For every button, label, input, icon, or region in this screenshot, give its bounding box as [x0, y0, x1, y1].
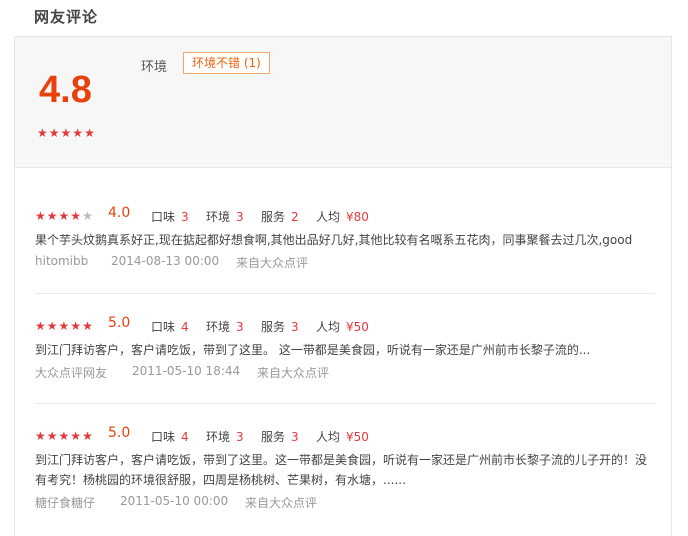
- taste-label: 口味: [151, 430, 176, 444]
- review-text: 到江门拜访客户，客户请吃饭，带到了这里。这一带都是美食园，听说有一家还是广州前市…: [35, 453, 648, 487]
- review-divider: [35, 403, 655, 404]
- review-date: 2011-05-10 18:44: [132, 364, 241, 378]
- review-source: 来自大众点评: [245, 496, 318, 510]
- environment-label: 环境: [141, 60, 168, 75]
- review-source: 来自大众点评: [236, 256, 309, 270]
- service-value: 2: [291, 210, 299, 224]
- environment-tag[interactable]: 环境不错 (1): [183, 52, 270, 74]
- environment-rating: 环境 3: [206, 208, 244, 225]
- avg-price-label: 人均: [316, 430, 341, 444]
- star-filled-icon: ★: [48, 126, 60, 140]
- review-divider: [35, 293, 655, 294]
- star-filled-icon: ★: [37, 126, 48, 140]
- taste-label: 口味: [151, 320, 176, 334]
- review-score: 5.0: [108, 425, 131, 441]
- review-score-row: 5.0 口味 4 环境 3 服务 3 人均 ¥50: [35, 425, 655, 445]
- review-score-row: 4.0 口味 3 环境 3 服务 2 人均 ¥80: [35, 205, 655, 225]
- taste-value: 4: [181, 320, 189, 334]
- taste-label: 口味: [151, 210, 176, 224]
- review-text: 到江门拜访客户，客户请吃饭，带到了这里。 这一带都是美食园，听说有一家还是广州前…: [35, 343, 591, 357]
- service-value: 3: [291, 320, 299, 334]
- avg-price: 人均 ¥50: [316, 318, 369, 335]
- section-title: 网友评论: [34, 8, 99, 26]
- avg-price-label: 人均: [316, 320, 341, 334]
- environment-rating-label: 环境: [206, 430, 231, 444]
- review-user[interactable]: 糖仔食糖仔: [35, 494, 95, 511]
- review-date: 2011-05-10 00:00: [120, 494, 229, 508]
- environment-rating: 环境 3: [206, 318, 244, 335]
- environment-value: 3: [236, 430, 244, 444]
- review-score: 5.0: [108, 315, 131, 331]
- avg-price-label: 人均: [316, 210, 341, 224]
- environment-value: 3: [236, 320, 244, 334]
- service-label: 服务: [261, 210, 286, 224]
- service-rating: 服务 3: [261, 428, 299, 445]
- review-date: 2014-08-13 00:00: [111, 254, 220, 268]
- review-user[interactable]: 大众点评网友: [35, 364, 107, 381]
- environment-rating-label: 环境: [206, 320, 231, 334]
- environment-rating-label: 环境: [206, 210, 231, 224]
- rating-summary: 4.8 ★ ★ ★ ★ ★ 环境 环境不错 (1): [15, 37, 671, 168]
- environment-rating: 环境 3: [206, 428, 244, 445]
- avg-price: 人均 ¥50: [316, 428, 369, 445]
- avg-price-value: ¥80: [346, 210, 369, 224]
- taste-value: 4: [181, 430, 189, 444]
- taste-value: 3: [181, 210, 189, 224]
- taste-rating: 口味 4: [151, 428, 189, 445]
- service-label: 服务: [261, 430, 286, 444]
- avg-price: 人均 ¥80: [316, 208, 369, 225]
- overall-stars: ★ ★ ★ ★ ★: [37, 127, 95, 139]
- service-value: 3: [291, 430, 299, 444]
- star-filled-icon: ★: [84, 126, 95, 140]
- review-source: 来自大众点评: [257, 366, 330, 380]
- overall-score: 4.8: [39, 69, 92, 111]
- service-rating: 服务 3: [261, 318, 299, 335]
- service-rating: 服务 2: [261, 208, 299, 225]
- star-filled-icon: ★: [72, 126, 84, 140]
- service-label: 服务: [261, 320, 286, 334]
- star-filled-icon: ★: [60, 126, 72, 140]
- environment-value: 3: [236, 210, 244, 224]
- reviews-panel: 4.8 ★ ★ ★ ★ ★ 环境 环境不错 (1) ★ ★ ★ ★ ★ 4.0 口味 3 环境 3 …: [14, 36, 672, 536]
- review-user[interactable]: hitomibb: [35, 254, 88, 268]
- review-score-row: 5.0 口味 4 环境 3 服务 3 人均 ¥50: [35, 315, 655, 335]
- avg-price-value: ¥50: [346, 430, 369, 444]
- avg-price-value: ¥50: [346, 320, 369, 334]
- review-text: 果个芋头炆鹅真系好正,现在掂起都好想食啊,其他出品好几好,其他比较有名嘅系五花肉…: [35, 233, 633, 247]
- taste-rating: 口味 3: [151, 208, 189, 225]
- taste-rating: 口味 4: [151, 318, 189, 335]
- review-score: 4.0: [108, 205, 131, 221]
